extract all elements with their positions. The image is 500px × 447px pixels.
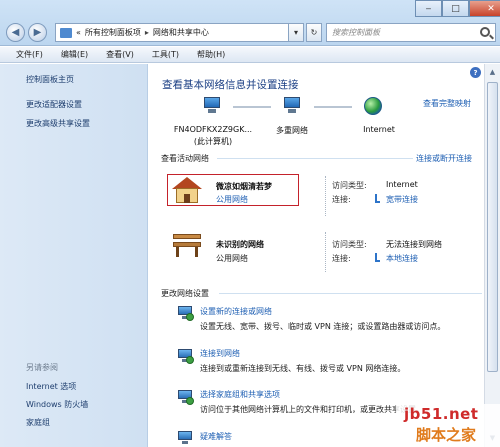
connection-label: 连接:: [332, 254, 351, 263]
address-prefix[interactable]: «: [76, 28, 81, 37]
scroll-thumb[interactable]: [487, 82, 498, 372]
computer-icon[interactable]: [201, 97, 223, 115]
setup-connection-icon[interactable]: [177, 305, 194, 321]
setup-connection-desc: 设置无线、宽带、拨号、临时或 VPN 连接；或设置路由器或访问点。: [200, 322, 446, 331]
see-also-heading: 另请参阅: [26, 363, 58, 372]
computer-name: FN4ODFKX2Z9GK...: [173, 125, 253, 134]
sidebar-item-windows-firewall[interactable]: Windows 防火墙: [26, 399, 88, 410]
title-bar: ‒ □ ✕ ◀ ▶ « 所有控制面板项 ▸ 网络和共享中心 ▾ ↻ 搜索控制面板: [0, 0, 500, 46]
bench-leg: [195, 247, 198, 257]
close-button[interactable]: ✕: [469, 0, 500, 17]
watermark-brand: 脚本之家: [416, 426, 477, 444]
view-full-map-link[interactable]: 查看完整映射: [423, 98, 471, 109]
network-screen: [284, 97, 300, 108]
public-network-bench-icon[interactable]: [172, 234, 202, 260]
breadcrumb-all-items[interactable]: 所有控制面板项: [85, 27, 141, 38]
access-type-label: 访问类型:: [332, 181, 367, 190]
network-separator: [325, 176, 326, 216]
menu-edit[interactable]: 编辑(E): [59, 49, 90, 60]
watermark-site: jb51.net: [404, 405, 479, 423]
menu-bar: 文件(F) 编辑(E) 查看(V) 工具(T) 帮助(H): [0, 47, 500, 63]
sidebar-item-control-panel-home[interactable]: 控制面板主页: [26, 74, 74, 85]
sidebar-item-advanced-sharing[interactable]: 更改高级共享设置: [26, 118, 90, 129]
access-type-value: 无法连接到网络: [386, 240, 442, 249]
back-button[interactable]: ◀: [6, 23, 25, 42]
search-input[interactable]: 搜索控制面板: [326, 23, 496, 42]
sidebar: 控制面板主页 更改适配器设置 更改高级共享设置 另请参阅 Internet 选项…: [0, 64, 148, 447]
section-divider: [217, 158, 413, 159]
access-type-label: 访问类型:: [332, 240, 367, 249]
sidebar-item-homegroup[interactable]: 家庭组: [26, 417, 50, 428]
status-badge: [186, 356, 194, 364]
multiple-networks-label: 多重网络: [276, 126, 308, 135]
signal-icon: [375, 194, 380, 203]
setup-connection-link[interactable]: 设置新的连接或网络: [200, 306, 272, 317]
monitor-shape: [178, 431, 192, 440]
section-divider: [219, 293, 482, 294]
network-base: [288, 109, 296, 113]
address-dropdown-icon[interactable]: ▾: [288, 23, 304, 42]
troubleshoot-link[interactable]: 疑难解答: [200, 431, 232, 442]
breadcrumb-separator-icon[interactable]: ▸: [145, 28, 149, 37]
help-icon[interactable]: ?: [470, 67, 481, 78]
map-connector: [314, 106, 352, 108]
network-name: 未识别的网络: [216, 240, 264, 249]
internet-label: Internet: [363, 125, 395, 134]
network-type-link[interactable]: 公用网络: [216, 194, 248, 205]
change-settings-heading: 更改网络设置: [161, 289, 209, 298]
connect-disconnect-link[interactable]: 连接或断开连接: [416, 153, 472, 164]
homegroup-sharing-desc: 访问位于其他网络计算机上的文件和打印机，或更改共享设置。: [200, 405, 424, 414]
troubleshoot-icon[interactable]: [177, 430, 193, 446]
local-connection-link[interactable]: 本地连接: [386, 253, 418, 264]
connect-network-link[interactable]: 连接到网络: [200, 348, 240, 359]
homegroup-sharing-link[interactable]: 选择家庭组和共享选项: [200, 389, 280, 400]
computer-screen: [204, 97, 220, 108]
search-icon[interactable]: [480, 27, 490, 37]
refresh-icon[interactable]: ↻: [306, 23, 322, 42]
home-network-icon[interactable]: [172, 177, 202, 205]
breadcrumb-network-center[interactable]: 网络和共享中心: [153, 27, 209, 38]
connection-label: 连接:: [332, 195, 351, 204]
active-networks-heading: 查看活动网络: [161, 154, 209, 163]
internet-globe-icon[interactable]: [364, 97, 382, 115]
status-badge: [186, 397, 194, 405]
menu-tools[interactable]: 工具(T): [150, 49, 181, 60]
network-type[interactable]: 公用网络: [216, 253, 248, 264]
forward-button[interactable]: ▶: [28, 23, 47, 42]
computer-label: (此计算机): [193, 137, 233, 146]
main-content: ? 查看基本网络信息并设置连接 查看完整映射 FN4ODFKX2Z9GK... …: [149, 64, 500, 447]
page-title: 查看基本网络信息并设置连接: [162, 79, 299, 91]
connect-network-desc: 连接到或重新连接到无线、有线、拨号或 VPN 网络连接。: [200, 364, 406, 373]
menu-file[interactable]: 文件(F): [14, 49, 45, 60]
scroll-up-icon[interactable]: ▲: [487, 66, 498, 78]
vertical-scrollbar[interactable]: ▲ ▼: [484, 64, 500, 447]
maximize-button[interactable]: □: [442, 0, 469, 17]
homegroup-sharing-icon[interactable]: [177, 389, 194, 405]
map-connector: [233, 106, 271, 108]
bench-leg: [176, 247, 179, 257]
monitor-stand: [182, 441, 188, 444]
control-panel-icon: [60, 27, 72, 38]
network-separator: [325, 232, 326, 272]
address-bar[interactable]: « 所有控制面板项 ▸ 网络和共享中心: [55, 23, 304, 42]
menu-help[interactable]: 帮助(H): [195, 49, 227, 60]
connect-network-icon[interactable]: [177, 348, 194, 364]
window-controls: ‒ □ ✕: [415, 0, 500, 17]
house-door: [184, 194, 190, 203]
network-name: 微凉如烟清若梦: [216, 182, 272, 191]
sidebar-item-internet-options[interactable]: Internet 选项: [26, 381, 76, 392]
multiple-networks-icon[interactable]: [281, 97, 303, 115]
bench-back: [173, 234, 201, 239]
menu-view[interactable]: 查看(V): [104, 49, 136, 60]
local-connection-icon: [375, 253, 380, 262]
sidebar-item-change-adapter[interactable]: 更改适配器设置: [26, 99, 82, 110]
status-badge: [186, 313, 194, 321]
search-placeholder: 搜索控制面板: [332, 28, 380, 37]
minimize-button[interactable]: ‒: [415, 0, 442, 17]
access-type-value: Internet: [386, 180, 418, 189]
computer-base: [208, 109, 216, 113]
broadband-connection-link[interactable]: 宽带连接: [386, 194, 418, 205]
